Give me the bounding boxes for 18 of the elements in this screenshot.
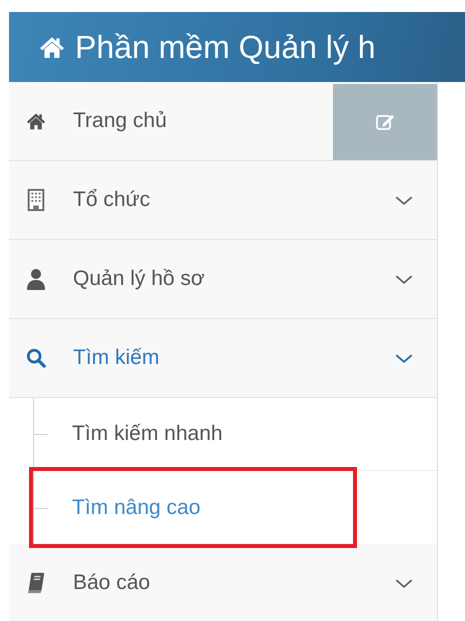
edit-icon xyxy=(375,112,395,132)
chevron-icon xyxy=(395,274,413,284)
search-icon xyxy=(26,347,46,369)
menu-item[interactable]: Quản lý hồ sơ xyxy=(9,240,437,318)
home-icon xyxy=(39,36,65,58)
submenu-item[interactable]: Tìm kiếm nhanh xyxy=(33,398,437,471)
user-icon xyxy=(26,268,46,290)
chevron-icon xyxy=(395,352,413,364)
edit-button[interactable] xyxy=(333,84,437,160)
menu-item[interactable]: Trang chủ xyxy=(9,82,333,160)
book-icon xyxy=(26,572,46,594)
menu-item[interactable]: Tổ chức xyxy=(9,161,437,239)
app-title: Phần mềm Quản lý h xyxy=(75,28,376,66)
chevron-icon xyxy=(395,194,413,206)
building-icon xyxy=(26,189,46,211)
menu-item[interactable]: Tìm kiếm xyxy=(9,319,437,397)
chevron-icon xyxy=(395,578,413,588)
menu-item[interactable]: Báo cáo xyxy=(9,544,437,621)
